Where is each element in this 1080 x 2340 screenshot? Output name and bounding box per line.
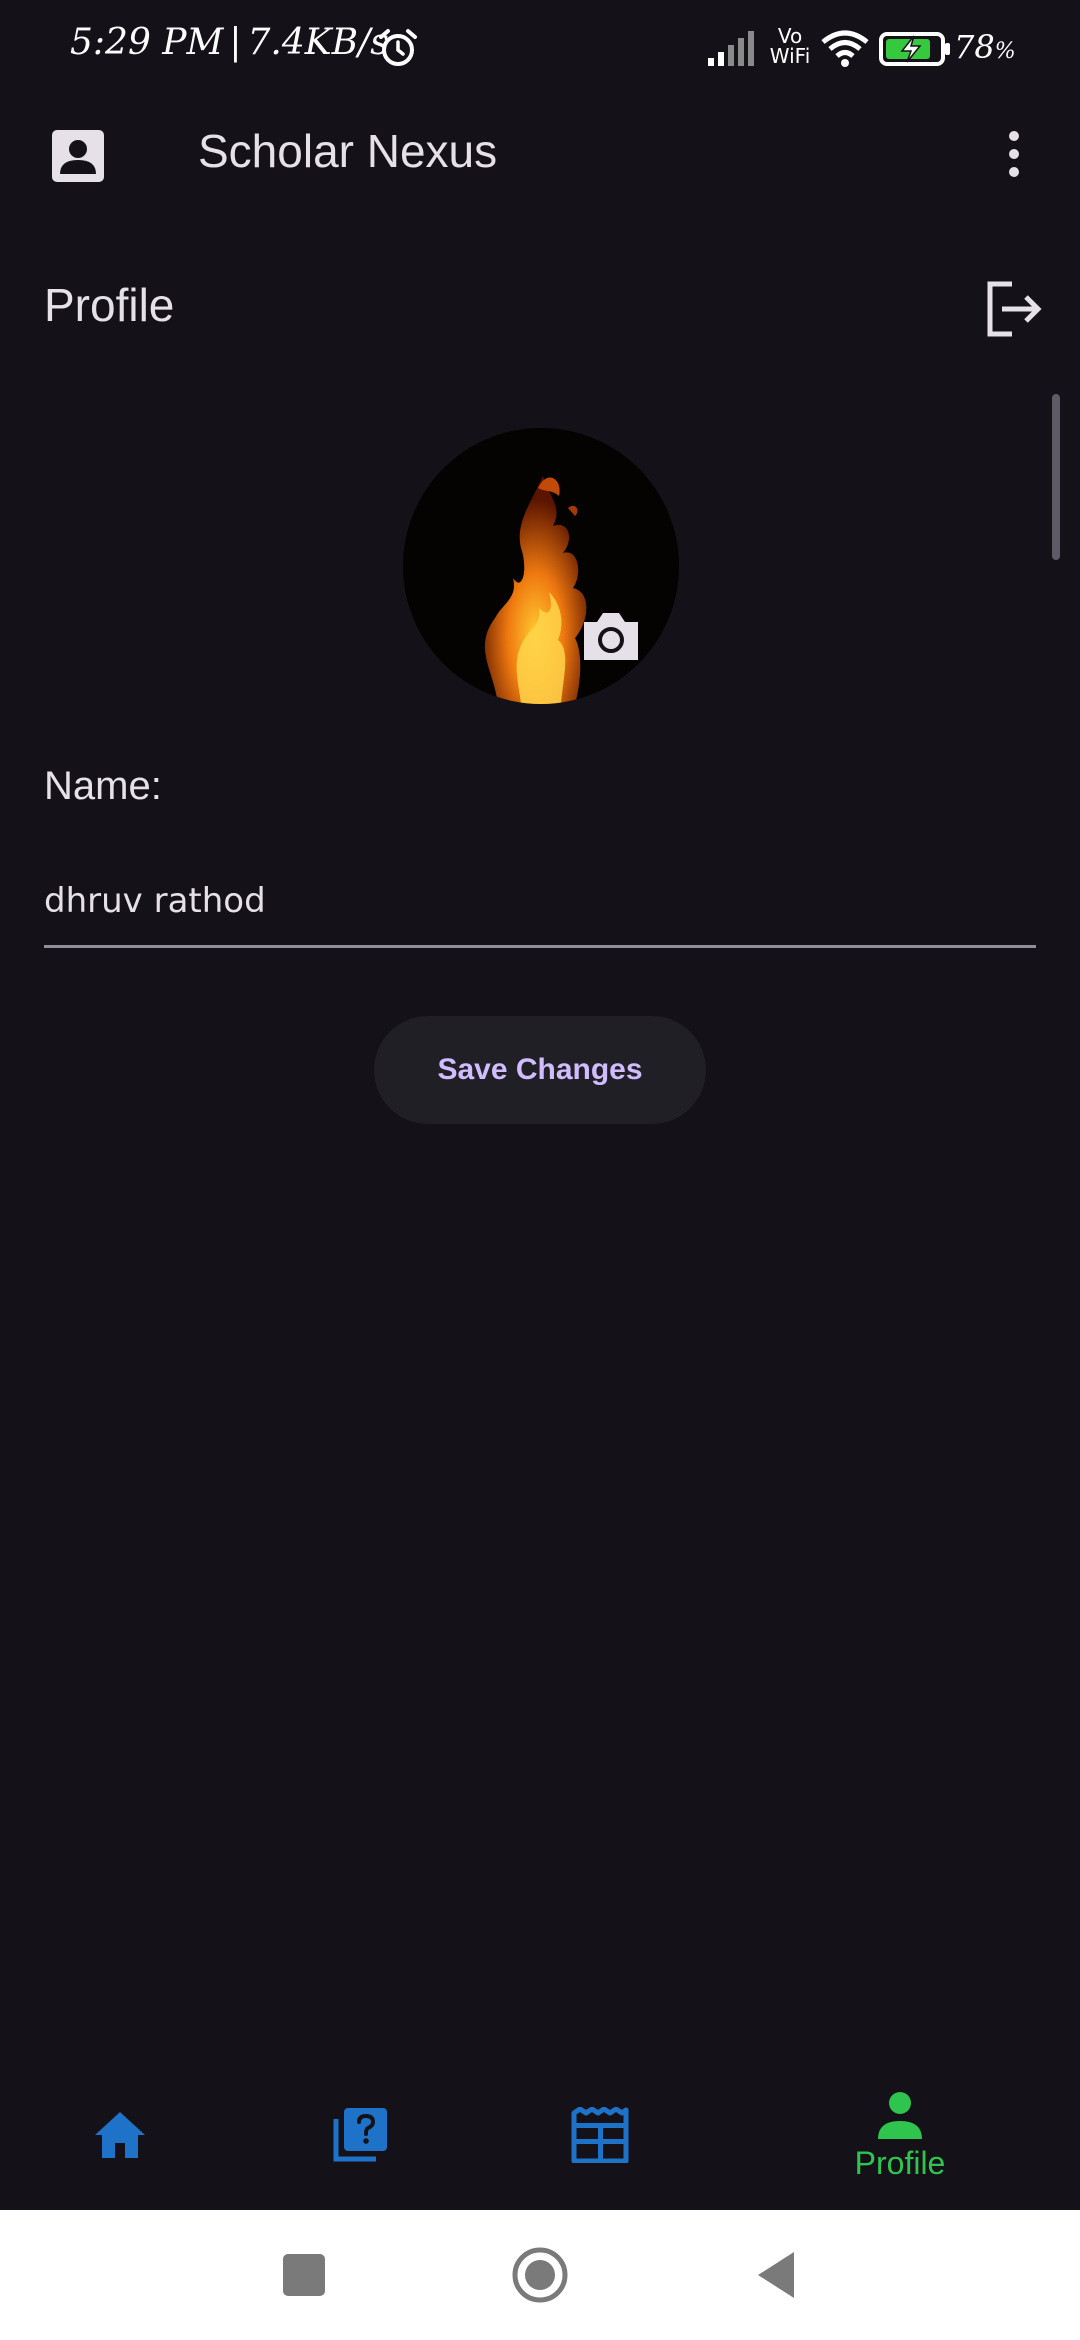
account-box-icon[interactable] [50, 128, 106, 184]
vowifi-indicator: Vo WiFi [766, 26, 814, 66]
battery-unit: % [994, 39, 1016, 64]
signal-icon [708, 31, 754, 66]
logout-icon[interactable] [982, 278, 1044, 340]
wifi-icon [821, 30, 869, 67]
recents-icon[interactable] [283, 2254, 325, 2296]
app-title: Scholar Nexus [198, 125, 498, 177]
name-field[interactable] [44, 856, 1036, 948]
vowifi-line1: Vo [777, 24, 803, 48]
status-bar: 5:29 PM | 7.4KB/s Vo WiFi 78% [0, 0, 1080, 96]
battery-percentage: 78% [954, 28, 1016, 66]
nav-label-profile: Profile [854, 2144, 946, 2181]
battery-level: 78 [954, 28, 995, 66]
battery-icon [879, 32, 950, 66]
vowifi-line2: WiFi [769, 44, 811, 68]
newspaper-icon [571, 2107, 629, 2163]
nav-item-home[interactable] [60, 2060, 180, 2210]
more-vert-icon[interactable] [996, 124, 1032, 184]
page-title: Profile [44, 279, 175, 331]
person-icon [878, 2091, 922, 2139]
status-separator: | [229, 22, 242, 63]
network-speed: 7.4KB/s [247, 22, 389, 63]
save-changes-button[interactable]: Save Changes [374, 1016, 706, 1124]
home-icon [95, 2112, 145, 2158]
status-time: 5:29 PM [70, 22, 224, 63]
camera-icon[interactable] [580, 606, 642, 664]
bottom-navigation: Profile [0, 2060, 1080, 2210]
back-icon[interactable] [756, 2250, 796, 2300]
status-time-and-speed: 5:29 PM | 7.4KB/s [70, 22, 389, 63]
alarm-icon [379, 29, 417, 66]
system-navigation-bar [0, 2210, 1080, 2340]
home-circle-icon[interactable] [511, 2246, 569, 2304]
name-label: Name: [44, 764, 162, 808]
nav-item-news[interactable] [540, 2060, 660, 2210]
nav-item-profile[interactable]: Profile [800, 2060, 1000, 2210]
nav-item-quiz[interactable] [300, 2060, 420, 2210]
quiz-icon [333, 2108, 387, 2162]
scrollbar[interactable] [1052, 394, 1060, 560]
